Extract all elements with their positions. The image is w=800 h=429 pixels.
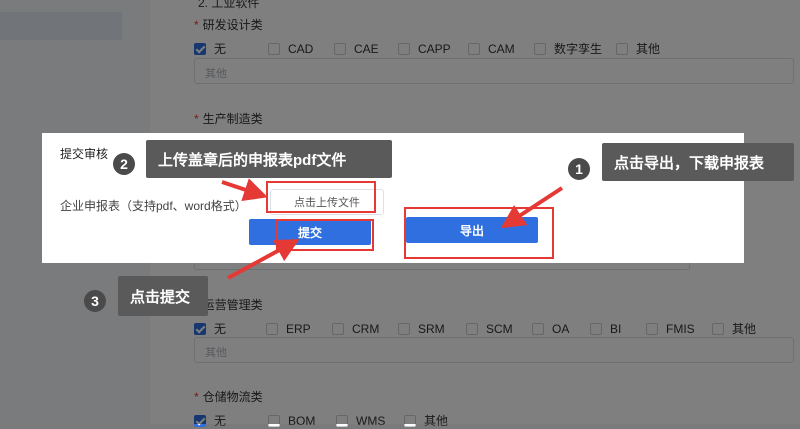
annotation-arrows <box>221 178 564 280</box>
step-number-1: 1 <box>568 158 590 180</box>
callout-upload: 上传盖章后的申报表pdf文件 <box>146 140 392 178</box>
arrow-step2 <box>221 178 268 202</box>
callout-submit: 点击提交 <box>118 276 208 316</box>
step-number-3: 3 <box>84 290 106 312</box>
arrow-step1 <box>500 186 564 229</box>
arrow-step3 <box>227 239 300 280</box>
callout-export: 点击导出，下载申报表 <box>602 143 794 181</box>
step-number-2: 2 <box>113 153 135 175</box>
